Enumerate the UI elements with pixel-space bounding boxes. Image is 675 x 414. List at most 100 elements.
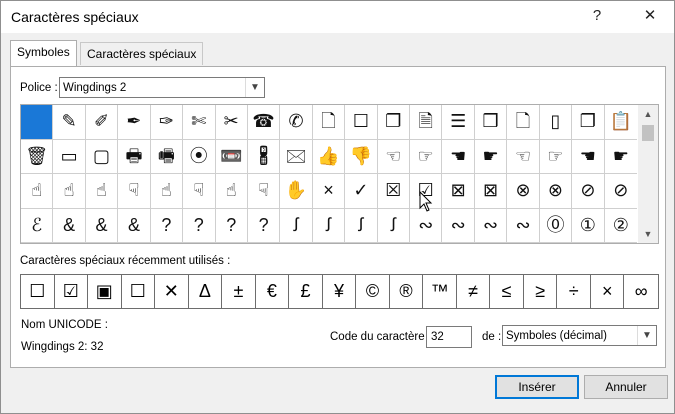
symbol-cell[interactable]: ✒ bbox=[118, 105, 151, 140]
symbol-cell[interactable]: ❐ bbox=[377, 105, 411, 140]
symbol-cell[interactable]: ꭍ bbox=[280, 208, 313, 243]
from-select[interactable]: Symboles (décimal) ▼ bbox=[502, 325, 657, 346]
recent-char-cell[interactable]: ® bbox=[390, 275, 424, 308]
symbol-cell[interactable]: ☟ bbox=[183, 174, 216, 209]
recent-char-cell[interactable]: ± bbox=[222, 275, 256, 308]
symbol-cell[interactable]: 🗑 bbox=[21, 139, 54, 174]
insert-button[interactable]: Insérer bbox=[495, 375, 579, 399]
symbol-cell[interactable]: 📼 bbox=[215, 139, 248, 174]
symbol-cell[interactable]: & bbox=[85, 208, 119, 243]
recent-char-cell[interactable]: ≠ bbox=[457, 275, 491, 308]
recent-char-cell[interactable]: ▣ bbox=[88, 275, 122, 308]
symbol-cell[interactable]: ✄ bbox=[183, 105, 216, 140]
recent-char-cell[interactable]: ≥ bbox=[524, 275, 558, 308]
symbol-cell[interactable]: ✑ bbox=[150, 105, 184, 140]
symbol-cell[interactable]: ▯ bbox=[539, 105, 573, 140]
symbol-cell[interactable]: 🖂 bbox=[280, 139, 313, 174]
symbol-cell[interactable]: ☎ bbox=[247, 105, 281, 140]
symbol-cell[interactable]: ☝ bbox=[85, 174, 119, 209]
symbol-cell[interactable]: & bbox=[53, 208, 86, 243]
symbol-cell[interactable]: 🖁 bbox=[247, 139, 281, 174]
symbol-cell[interactable]: 🗎 bbox=[410, 105, 443, 140]
recent-char-cell[interactable]: ☑ bbox=[55, 275, 89, 308]
symbol-cell[interactable]: ⊘ bbox=[604, 174, 637, 209]
font-select[interactable]: Wingdings 2 ▼ bbox=[59, 77, 265, 98]
recent-char-cell[interactable]: ≤ bbox=[490, 275, 524, 308]
symbol-cell[interactable]: ☞ bbox=[539, 139, 573, 174]
scroll-up-icon[interactable]: ▲ bbox=[638, 105, 658, 123]
symbol-cell[interactable]: ☝ bbox=[53, 174, 86, 209]
symbol-cell[interactable]: ✐ bbox=[85, 105, 119, 140]
symbol-cell[interactable]: ☜ bbox=[377, 139, 411, 174]
symbol-cell[interactable]: ☝ bbox=[215, 174, 248, 209]
symbol-cell[interactable]: ☛ bbox=[474, 139, 508, 174]
symbol-cell[interactable]: ② bbox=[604, 209, 637, 243]
symbol-cell[interactable]: ꭍ bbox=[345, 208, 378, 243]
symbol-cell[interactable]: ✂ bbox=[215, 105, 248, 140]
tab-symboles[interactable]: Symboles bbox=[10, 40, 77, 66]
symbol-cell[interactable]: ☐ bbox=[345, 105, 378, 140]
symbol-cell[interactable]: ✓ bbox=[345, 174, 378, 209]
recent-char-cell[interactable]: ☐ bbox=[122, 275, 156, 308]
symbol-cell[interactable]: ☚ bbox=[442, 139, 475, 174]
symbol-cell[interactable]: ∾ bbox=[410, 208, 443, 243]
symbol-cell[interactable]: × bbox=[312, 174, 346, 209]
symbol-cell[interactable]: ⦿ bbox=[183, 139, 216, 174]
symbol-cell[interactable]: ☰ bbox=[442, 105, 475, 140]
symbol-cell[interactable]: ? bbox=[150, 208, 184, 243]
symbol-cell[interactable]: ∾ bbox=[507, 208, 540, 243]
cancel-button[interactable]: Annuler bbox=[584, 375, 668, 399]
symbol-cell[interactable]: ☟ bbox=[247, 174, 281, 209]
recent-char-cell[interactable]: ☐ bbox=[21, 275, 55, 308]
symbol-cell[interactable]: ☛ bbox=[604, 140, 637, 174]
grid-scrollbar[interactable]: ▲ ▼ bbox=[638, 105, 658, 243]
recent-char-cell[interactable]: × bbox=[591, 275, 625, 308]
recent-char-cell[interactable]: ∞ bbox=[624, 275, 658, 308]
recent-char-cell[interactable]: ¥ bbox=[323, 275, 357, 308]
symbol-cell[interactable]: ⊠ bbox=[442, 174, 475, 209]
symbol-cell[interactable]: ꭍ bbox=[377, 208, 411, 243]
symbol-cell[interactable]: ⊗ bbox=[507, 174, 540, 209]
symbol-cell[interactable]: ☚ bbox=[572, 139, 605, 174]
symbol-cell[interactable]: ꭍ bbox=[312, 208, 346, 243]
symbol-cell[interactable]: ✆ bbox=[280, 105, 313, 140]
symbol-cell[interactable]: ∾ bbox=[474, 208, 508, 243]
symbol-cell[interactable]: ☜ bbox=[507, 139, 540, 174]
symbol-cell[interactable]: ❐ bbox=[572, 105, 605, 140]
recent-char-cell[interactable]: Δ bbox=[189, 275, 223, 308]
symbol-cell[interactable]: ∾ bbox=[442, 208, 475, 243]
symbol-cell[interactable]: 🖷 bbox=[150, 139, 184, 174]
symbol-cell[interactable]: ① bbox=[572, 208, 605, 243]
char-code-input[interactable]: 32 bbox=[426, 326, 472, 348]
symbol-cell[interactable]: ☒ bbox=[377, 174, 411, 209]
close-button[interactable]: ✕ bbox=[638, 5, 662, 27]
symbol-cell[interactable]: ☝ bbox=[21, 174, 54, 209]
scroll-thumb[interactable] bbox=[642, 125, 654, 141]
symbol-cell[interactable]: ❒ bbox=[474, 105, 508, 140]
symbol-cell[interactable]: 👍 bbox=[312, 139, 346, 174]
help-button[interactable]: ? bbox=[585, 5, 609, 27]
recent-char-cell[interactable]: ™ bbox=[423, 275, 457, 308]
symbol-cell[interactable]: ? bbox=[183, 208, 216, 243]
symbol-cell[interactable]: ⓪ bbox=[539, 208, 573, 243]
symbol-cell[interactable] bbox=[21, 105, 54, 140]
symbol-cell[interactable]: ▭ bbox=[53, 139, 86, 174]
symbol-cell[interactable]: 👎 bbox=[345, 139, 378, 174]
recent-char-cell[interactable]: £ bbox=[289, 275, 323, 308]
symbol-cell[interactable]: ☝ bbox=[150, 174, 184, 209]
recent-char-cell[interactable]: © bbox=[356, 275, 390, 308]
symbol-cell[interactable]: 🗋 bbox=[507, 105, 540, 140]
symbol-cell[interactable]: ✎ bbox=[53, 105, 86, 140]
symbol-cell[interactable]: ☞ bbox=[410, 139, 443, 174]
symbol-cell[interactable]: ⊘ bbox=[572, 174, 605, 209]
symbol-cell[interactable]: ☟ bbox=[118, 174, 151, 209]
symbol-cell[interactable]: ✋ bbox=[280, 174, 313, 209]
symbol-cell[interactable]: 📋 bbox=[604, 105, 637, 140]
recent-char-cell[interactable]: ✕ bbox=[155, 275, 189, 308]
tab-caracteres-speciaux[interactable]: Caractères spéciaux bbox=[80, 42, 204, 65]
symbol-cell[interactable]: ? bbox=[215, 208, 248, 243]
symbol-cell[interactable]: 🗋 bbox=[312, 105, 346, 140]
symbol-cell[interactable]: ? bbox=[247, 208, 281, 243]
symbol-cell[interactable]: ⊗ bbox=[539, 174, 573, 209]
symbol-cell[interactable]: & bbox=[118, 208, 151, 243]
